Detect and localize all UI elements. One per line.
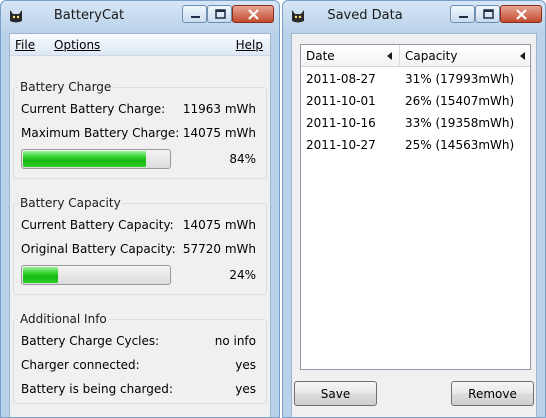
minimize-icon: [191, 16, 200, 18]
sort-arrow-icon: [387, 52, 392, 60]
minimize-button[interactable]: [182, 5, 207, 23]
menu-file[interactable]: File: [15, 38, 35, 52]
saved-title-bar[interactable]: Saved Data: [283, 1, 545, 31]
saved-window-title: Saved Data: [327, 8, 403, 23]
saved-maximize-button[interactable]: [475, 5, 500, 23]
charge-percent: 84%: [229, 152, 256, 166]
close-icon: [248, 9, 259, 20]
maximize-button[interactable]: [207, 5, 232, 23]
current-charge-value: 11963 mWh: [182, 102, 256, 116]
charger-connected-value: yes: [235, 358, 256, 372]
list-item[interactable]: 2011-08-27 31% (17993mWh): [301, 69, 530, 89]
title-bar[interactable]: BatteryCat: [1, 1, 279, 31]
saved-close-button[interactable]: [500, 5, 542, 23]
close-button[interactable]: [232, 5, 274, 23]
being-charged-value: yes: [235, 382, 256, 396]
saved-data-window: Saved Data Date Capacity 2011-08-27 31% …: [282, 0, 546, 418]
charge-cycles-value: no info: [214, 334, 256, 348]
saved-data-list[interactable]: Date Capacity 2011-08-27 31% (17993mWh) …: [300, 44, 531, 370]
close-icon: [516, 9, 527, 20]
additional-info-group: Additional Info Battery Charge Cycles: n…: [13, 312, 267, 404]
row-date: 2011-08-27: [306, 72, 376, 86]
column-capacity[interactable]: Capacity: [400, 45, 532, 67]
current-capacity-value: 14075 mWh: [182, 218, 256, 232]
battery-capacity-legend: Battery Capacity: [18, 196, 123, 210]
additional-info-legend: Additional Info: [18, 312, 109, 326]
saved-client-area: Date Capacity 2011-08-27 31% (17993mWh) …: [291, 33, 537, 417]
menu-help[interactable]: Help: [236, 38, 263, 52]
menu-options-label: Options: [54, 38, 101, 52]
capacity-percent: 24%: [229, 268, 256, 282]
main-client-area: File Options Help Battery Charge Current…: [9, 33, 271, 417]
row-date: 2011-10-16: [306, 116, 376, 130]
menu-help-label: Help: [235, 38, 263, 52]
capacity-progress-fill: [23, 267, 58, 283]
row-date: 2011-10-01: [306, 94, 376, 108]
row-date: 2011-10-27: [306, 138, 376, 152]
row-capacity: 25% (14563mWh): [405, 138, 515, 152]
current-charge-label: Current Battery Charge:: [21, 102, 166, 116]
sort-arrow-icon: [520, 52, 525, 60]
current-capacity-label: Current Battery Capacity:: [21, 218, 174, 232]
batterycat-window: BatteryCat File Options Help Battery Cha…: [0, 0, 280, 418]
capacity-progress-bar: [21, 265, 171, 285]
menu-options[interactable]: Options: [54, 38, 100, 52]
charge-cycles-label: Battery Charge Cycles:: [21, 334, 160, 348]
charge-progress-fill: [23, 151, 146, 167]
saved-minimize-button[interactable]: [450, 5, 475, 23]
list-item[interactable]: 2011-10-01 26% (15407mWh): [301, 91, 530, 111]
remove-button[interactable]: Remove: [451, 381, 534, 406]
original-capacity-value: 57720 mWh: [182, 242, 256, 256]
save-button[interactable]: Save: [294, 381, 377, 406]
column-date[interactable]: Date: [301, 45, 400, 67]
minimize-icon: [459, 16, 468, 18]
row-capacity: 31% (17993mWh): [405, 72, 515, 86]
charge-progress-bar: [21, 149, 171, 169]
menu-file-label: File: [15, 38, 36, 52]
battery-charge-group: Battery Charge Current Battery Charge: 1…: [13, 80, 267, 179]
list-header: Date Capacity: [301, 45, 530, 67]
row-capacity: 33% (19358mWh): [405, 116, 515, 130]
menu-bar: File Options Help: [10, 34, 270, 56]
max-charge-value: 14075 mWh: [182, 126, 256, 140]
battery-charge-legend: Battery Charge: [18, 80, 114, 94]
maximize-icon: [215, 9, 226, 19]
list-item[interactable]: 2011-10-27 25% (14563mWh): [301, 135, 530, 155]
being-charged-label: Battery is being charged:: [21, 382, 173, 396]
column-capacity-label: Capacity: [405, 49, 458, 63]
charger-connected-label: Charger connected:: [21, 358, 140, 372]
window-title: BatteryCat: [53, 8, 125, 23]
column-date-label: Date: [306, 49, 335, 63]
battery-capacity-group: Battery Capacity Current Battery Capacit…: [13, 196, 267, 295]
original-capacity-label: Original Battery Capacity:: [21, 242, 176, 256]
max-charge-label: Maximum Battery Charge:: [21, 126, 180, 140]
list-item[interactable]: 2011-10-16 33% (19358mWh): [301, 113, 530, 133]
maximize-icon: [483, 9, 494, 19]
row-capacity: 26% (15407mWh): [405, 94, 515, 108]
